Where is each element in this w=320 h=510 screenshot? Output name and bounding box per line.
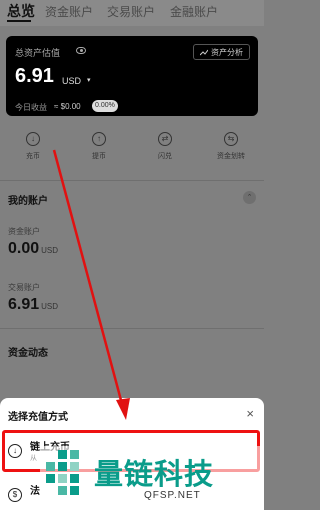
annotation-arrow — [52, 149, 130, 420]
watermark-name: 量链科技 — [94, 459, 215, 491]
watermark-site: QFSP.NET — [144, 490, 201, 501]
watermark-logo — [46, 450, 79, 495]
